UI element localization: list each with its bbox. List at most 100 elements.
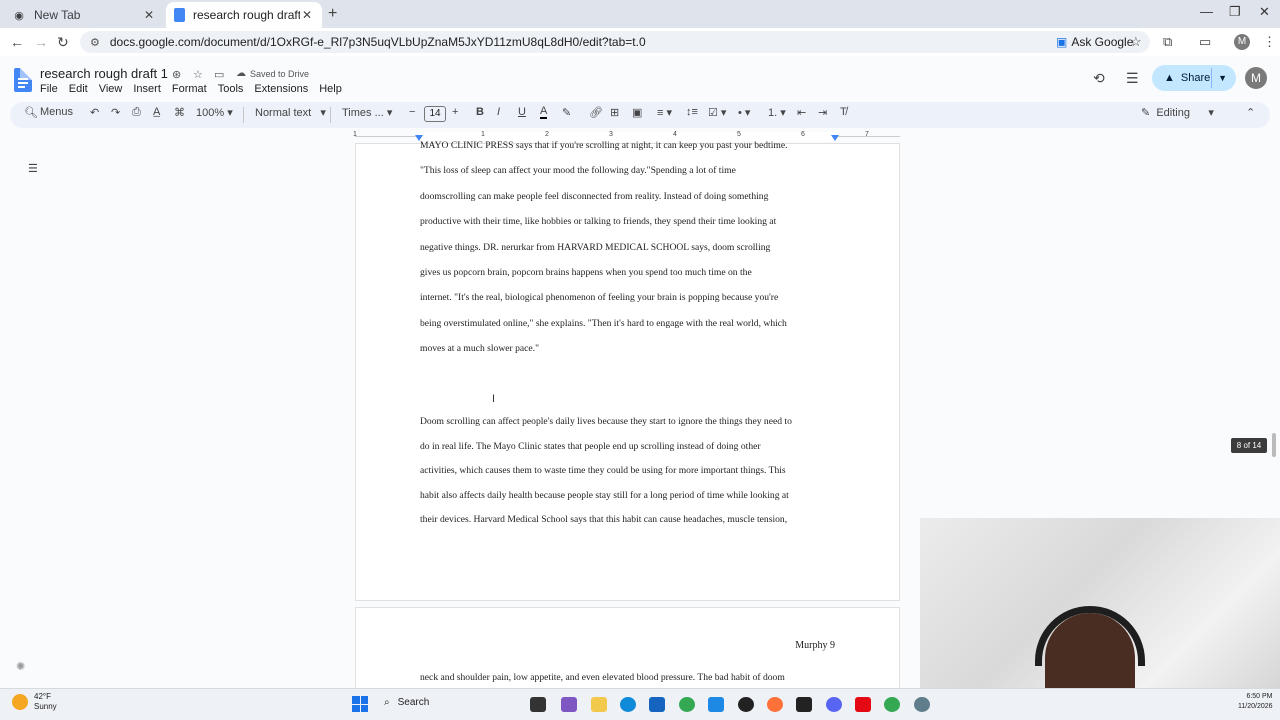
zoom-select[interactable]: 100% ▾ — [196, 106, 233, 119]
profile-avatar[interactable]: M — [1234, 34, 1250, 50]
windows-start-icon[interactable] — [352, 696, 368, 712]
decrease-indent-icon[interactable]: ⇤ — [797, 106, 806, 119]
bulleted-list-icon[interactable]: • ▾ — [738, 106, 750, 119]
edge-icon[interactable] — [620, 697, 636, 712]
search-menus-label[interactable]: Menus — [40, 106, 73, 118]
taskbar-search[interactable]: ⌕ Search — [384, 697, 429, 708]
file-explorer-icon[interactable] — [591, 697, 607, 712]
paragraph[interactable]: Doom scrolling can affect people's daily… — [420, 410, 840, 533]
omnibox[interactable]: ⚙ docs.google.com/document/d/1OxRGf-e_Rl… — [80, 31, 1150, 53]
ask-google-button[interactable]: ▣ Ask Google — [1056, 35, 1133, 49]
system-clock[interactable]: 6:50 PM 11/20/2026 — [1238, 692, 1273, 712]
account-avatar[interactable]: M — [1245, 67, 1267, 89]
settings-icon[interactable] — [914, 697, 930, 712]
copilot-icon[interactable] — [561, 697, 577, 712]
menu-help[interactable]: Help — [319, 83, 342, 95]
decrease-font-icon[interactable]: − — [409, 106, 415, 118]
tab-new-tab[interactable]: ◉ New Tab ✕ — [4, 2, 164, 28]
new-tab-icon[interactable]: + — [328, 5, 337, 23]
comments-icon[interactable]: ☰ — [1126, 70, 1139, 87]
chrome-icon[interactable] — [884, 697, 900, 712]
font-size-input[interactable]: 14 — [424, 106, 446, 122]
tab-research-doc[interactable]: research rough draft 1 - Google ✕ — [166, 2, 322, 28]
app-icon[interactable] — [738, 697, 754, 712]
paragraph[interactable]: neck and shoulder pain, low appetite, an… — [420, 668, 840, 688]
more-menu-icon[interactable]: ⋮ — [1263, 34, 1276, 50]
store-icon[interactable] — [649, 697, 665, 712]
bold-icon[interactable]: B — [476, 106, 484, 118]
star-icon[interactable]: ☆ — [193, 68, 203, 81]
spellcheck-icon[interactable]: A̲ — [153, 106, 160, 118]
underline-icon[interactable]: U — [518, 106, 526, 118]
edit-badge-icon[interactable]: ⊛ — [172, 68, 181, 81]
close-icon[interactable]: ✕ — [300, 8, 314, 22]
share-button[interactable]: ▲ Share ▼ — [1152, 65, 1236, 91]
menu-edit[interactable]: Edit — [69, 83, 88, 95]
task-view-icon[interactable] — [530, 697, 546, 712]
align-icon[interactable]: ≡ ▾ — [657, 106, 672, 119]
checklist-icon[interactable]: ☑ ▾ — [708, 106, 726, 119]
extensions-icon[interactable]: ⧉ — [1163, 34, 1172, 50]
menu-view[interactable]: View — [99, 83, 123, 95]
site-info-icon[interactable]: ⚙ — [90, 36, 100, 49]
page-header[interactable]: Murphy 9 — [795, 640, 835, 651]
weather-widget[interactable]: 42°F Sunny — [12, 692, 57, 712]
bookmark-star-icon[interactable]: ☆ — [1130, 34, 1142, 50]
clear-formatting-icon[interactable]: T̸ — [840, 106, 847, 118]
text-color-icon[interactable]: A — [540, 106, 548, 119]
style-select[interactable]: Normal text ▾ — [255, 106, 326, 119]
back-icon[interactable]: ← — [10, 34, 24, 50]
move-folder-icon[interactable]: ▭ — [214, 68, 224, 81]
link-icon[interactable]: 🔗︎ — [589, 106, 603, 119]
menu-file[interactable]: File — [40, 83, 58, 95]
highlight-icon[interactable]: ✎ — [562, 106, 571, 119]
version-history-icon[interactable]: ⟲ — [1093, 70, 1105, 87]
paint-format-icon[interactable]: ⌘ — [174, 106, 185, 119]
collapse-toolbar-icon[interactable]: ⌃ — [1246, 106, 1255, 119]
url-text: docs.google.com/document/d/1OxRGf-e_Rl7p… — [109, 35, 646, 49]
font-select[interactable]: Times ... ▾ — [342, 106, 392, 119]
firefox-icon[interactable] — [767, 697, 783, 712]
line-spacing-icon[interactable]: ↕≡ — [686, 106, 698, 118]
reload-icon[interactable]: ↻ — [57, 34, 69, 51]
italic-icon[interactable]: I — [497, 106, 500, 118]
document-outline-icon[interactable]: ☰ — [28, 162, 38, 175]
document-page[interactable]: MAYO CLINIC PRESS says that if you're sc… — [355, 140, 900, 601]
document-title[interactable]: research rough draft 1 — [40, 66, 168, 81]
menu-format[interactable]: Format — [172, 83, 207, 95]
forward-icon[interactable]: → — [34, 34, 48, 50]
print-icon[interactable]: ⎙ — [132, 106, 141, 119]
insert-image-icon[interactable]: ▣ — [632, 106, 642, 119]
gemini-icon[interactable]: ✺ — [16, 660, 25, 673]
text-line: "This loss of sleep can affect your mood… — [420, 165, 736, 177]
menu-insert[interactable]: Insert — [133, 83, 161, 95]
numbered-list-icon[interactable]: 1. ▾ — [768, 106, 786, 119]
add-comment-icon[interactable]: ⊞ — [610, 106, 619, 119]
docs-logo-icon[interactable] — [14, 68, 32, 92]
editing-mode-select[interactable]: ✎ Editing ▾ — [1141, 106, 1214, 119]
menu-tools[interactable]: Tools — [218, 83, 244, 95]
close-icon[interactable]: ✕ — [142, 8, 156, 22]
save-status[interactable]: ☁ Saved to Drive — [236, 68, 309, 79]
epic-games-icon[interactable] — [796, 697, 812, 712]
restore-icon[interactable]: ❐ — [1229, 4, 1241, 20]
sidebar-icon[interactable]: ▭ — [1199, 34, 1211, 50]
undo-icon[interactable]: ↶ — [90, 106, 99, 119]
tab-title: New Tab — [34, 8, 81, 22]
minimize-icon[interactable]: — — [1200, 4, 1213, 19]
netflix-icon[interactable] — [855, 697, 871, 712]
scrollbar-thumb[interactable] — [1272, 433, 1276, 457]
outlook-icon[interactable] — [708, 697, 724, 712]
chevron-down-icon[interactable]: ▼ — [1218, 73, 1227, 83]
paragraph[interactable]: MAYO CLINIC PRESS says that if you're sc… — [420, 133, 840, 362]
increase-indent-icon[interactable]: ⇥ — [818, 106, 827, 119]
zoom-value: 100% — [196, 107, 225, 119]
search-menus-icon[interactable]: 🔍︎ — [24, 106, 38, 119]
discord-icon[interactable] — [826, 697, 842, 712]
chrome-icon[interactable] — [679, 697, 695, 712]
increase-font-icon[interactable]: + — [452, 106, 458, 118]
tab-title: research rough draft 1 - Google — [193, 8, 300, 22]
menu-extensions[interactable]: Extensions — [254, 83, 308, 95]
close-window-icon[interactable]: ✕ — [1259, 4, 1270, 20]
redo-icon[interactable]: ↷ — [111, 106, 120, 119]
